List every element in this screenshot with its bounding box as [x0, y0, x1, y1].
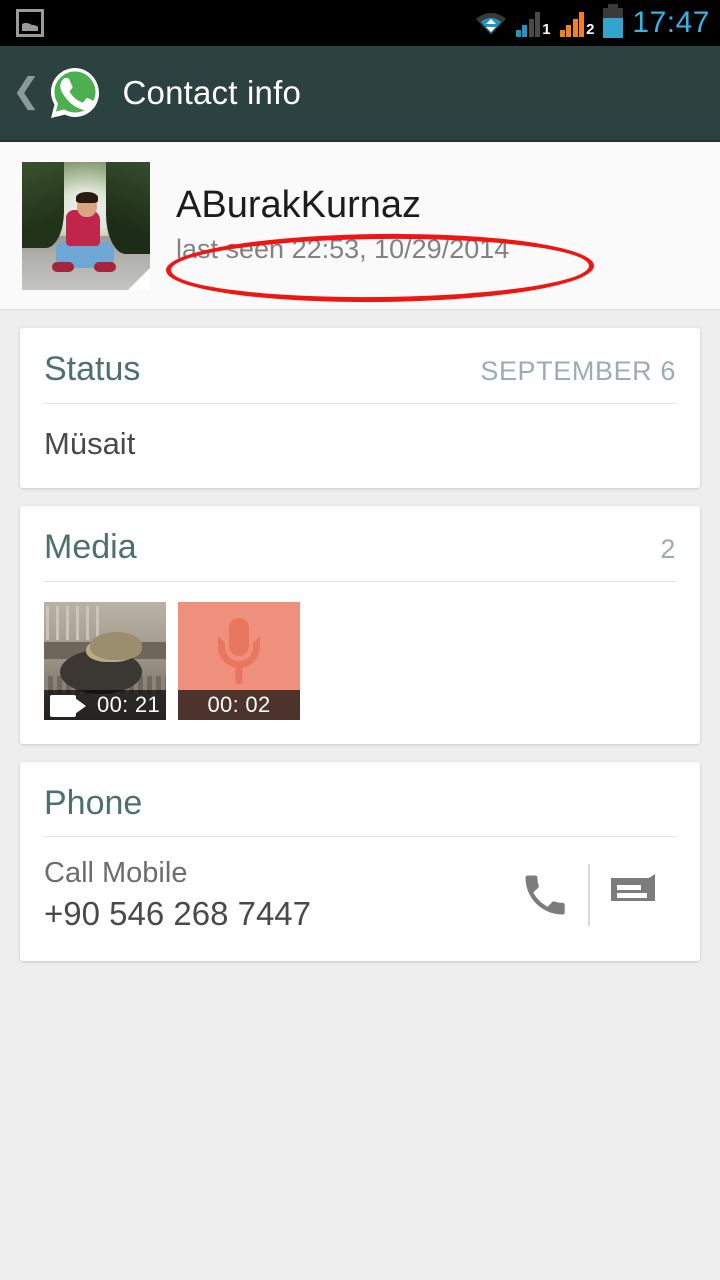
status-bar-clock: 17:47 [632, 6, 710, 39]
sim1-signal-icon: 1 [515, 9, 551, 38]
back-chevron-icon[interactable]: ❮ [8, 74, 45, 112]
media-video-duration: 00: 21 [97, 692, 160, 717]
phone-card-title: Phone [44, 784, 143, 822]
media-audio-duration-bar: 00: 02 [178, 690, 300, 720]
sim2-label: 2 [586, 21, 595, 38]
video-camera-icon [50, 695, 86, 717]
media-card-count: 2 [660, 534, 676, 564]
wifi-icon [475, 10, 507, 36]
status-text: Müsait [44, 426, 136, 461]
status-card[interactable]: Status SEPTEMBER 6 Müsait [20, 328, 700, 488]
content-cards: Status SEPTEMBER 6 Müsait Media 2 00: 21… [0, 310, 720, 961]
call-button[interactable] [502, 869, 588, 921]
media-card-title: Media [44, 528, 137, 566]
app-bar: ❮ Contact info [0, 46, 720, 142]
media-thumbnail-audio[interactable]: 00: 02 [178, 602, 300, 720]
phone-card[interactable]: Phone Call Mobile +90 546 268 7447 [20, 762, 700, 961]
phone-handset-icon [525, 875, 565, 915]
message-bubble-icon [611, 873, 655, 901]
app-bar-title: Contact info [122, 74, 302, 111]
media-card[interactable]: Media 2 00: 21 00: 02 [20, 506, 700, 744]
media-audio-duration: 00: 02 [207, 692, 271, 717]
contact-header: ABurakKurnaz last seen 22:53, 10/29/2014 [0, 142, 720, 310]
media-thumbnail-video[interactable]: 00: 21 [44, 602, 166, 720]
status-card-body: Müsait [44, 404, 676, 488]
phone-label: Call Mobile [44, 857, 188, 889]
status-bar-system-icons: 1 2 17:47 [475, 4, 710, 39]
status-card-title: Status [44, 350, 141, 388]
status-card-date: SEPTEMBER 6 [480, 356, 676, 386]
sim2-signal-icon: 2 [559, 9, 595, 38]
whatsapp-logo-icon[interactable] [47, 65, 103, 121]
sim1-label: 1 [542, 21, 551, 38]
contact-name: ABurakKurnaz [176, 184, 422, 227]
phone-card-header: Phone [44, 762, 676, 837]
phone-number-block[interactable]: Call Mobile +90 546 268 7447 [44, 857, 502, 933]
contact-last-seen: last seen 22:53, 10/29/2014 [176, 234, 510, 265]
battery-icon [603, 4, 624, 38]
phone-number: +90 546 268 7447 [44, 895, 312, 933]
media-video-duration-bar: 00: 21 [44, 690, 166, 720]
media-thumbnail-row: 00: 21 00: 02 [44, 582, 676, 744]
message-button[interactable] [590, 873, 676, 916]
contact-avatar[interactable] [22, 161, 150, 290]
phone-screen: 1 2 17:47 ❮ Contact info ABurakKurnaz la… [0, 0, 720, 1280]
media-card-header: Media 2 [44, 506, 676, 582]
status-bar-notifications [16, 9, 44, 37]
status-card-header: Status SEPTEMBER 6 [44, 328, 676, 404]
contact-text-block: ABurakKurnaz last seen 22:53, 10/29/2014 [165, 184, 595, 305]
phone-actions [502, 863, 676, 926]
gallery-icon [16, 9, 44, 37]
status-bar: 1 2 17:47 [0, 0, 720, 46]
microphone-icon [211, 618, 267, 684]
phone-card-body: Call Mobile +90 546 268 7447 [44, 837, 676, 961]
